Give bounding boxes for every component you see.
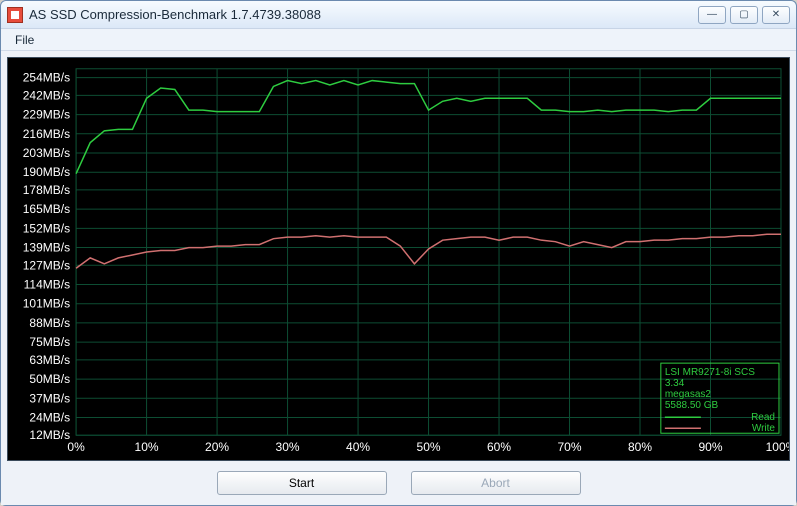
svg-text:242MB/s: 242MB/s — [23, 88, 70, 102]
svg-text:152MB/s: 152MB/s — [23, 221, 70, 235]
chart: 254MB/s 242MB/s 229MB/s 216MB/s 203MB/s 190MB… — [7, 57, 790, 461]
svg-text:0%: 0% — [67, 440, 85, 454]
chart-svg: 254MB/s 242MB/s 229MB/s 216MB/s 203MB/s 190MB… — [8, 58, 789, 460]
svg-text:megasas2: megasas2 — [665, 389, 712, 400]
client-area: 254MB/s 242MB/s 229MB/s 216MB/s 203MB/s 190MB… — [1, 51, 796, 505]
svg-text:3.34: 3.34 — [665, 378, 685, 389]
svg-text:114MB/s: 114MB/s — [24, 278, 70, 292]
svg-text:165MB/s: 165MB/s — [23, 202, 70, 216]
maximize-button[interactable]: ▢ — [730, 6, 758, 24]
menu-file[interactable]: File — [7, 31, 42, 49]
svg-text:60%: 60% — [487, 440, 511, 454]
svg-text:139MB/s: 139MB/s — [23, 241, 70, 255]
svg-text:12MB/s: 12MB/s — [29, 428, 70, 442]
svg-text:254MB/s: 254MB/s — [23, 71, 70, 85]
app-window: AS SSD Compression-Benchmark 1.7.4739.38… — [0, 0, 797, 506]
svg-text:178MB/s: 178MB/s — [23, 183, 70, 197]
close-button[interactable]: ✕ — [762, 6, 790, 24]
svg-text:190MB/s: 190MB/s — [23, 165, 70, 179]
window-title: AS SSD Compression-Benchmark 1.7.4739.38… — [29, 7, 698, 22]
window-controls: — ▢ ✕ — [698, 6, 790, 24]
svg-text:40%: 40% — [346, 440, 370, 454]
svg-text:24MB/s: 24MB/s — [29, 410, 70, 424]
button-row: Start Abort — [7, 461, 790, 499]
svg-text:50MB/s: 50MB/s — [29, 372, 70, 386]
svg-text:63MB/s: 63MB/s — [29, 353, 70, 367]
svg-text:Write: Write — [752, 423, 776, 434]
menubar: File — [1, 29, 796, 51]
svg-text:LSI MR9271-8i SCS: LSI MR9271-8i SCS — [665, 367, 755, 378]
svg-text:229MB/s: 229MB/s — [23, 108, 70, 122]
titlebar: AS SSD Compression-Benchmark 1.7.4739.38… — [1, 1, 796, 29]
svg-text:127MB/s: 127MB/s — [23, 258, 70, 272]
svg-text:70%: 70% — [558, 440, 582, 454]
svg-text:5588.50 GB: 5588.50 GB — [665, 400, 719, 411]
minimize-button[interactable]: — — [698, 6, 726, 24]
svg-text:100%: 100% — [766, 440, 789, 454]
svg-text:88MB/s: 88MB/s — [29, 316, 70, 330]
svg-text:20%: 20% — [205, 440, 229, 454]
svg-text:90%: 90% — [698, 440, 722, 454]
svg-text:75MB/s: 75MB/s — [29, 335, 70, 349]
abort-button[interactable]: Abort — [411, 471, 581, 495]
start-button[interactable]: Start — [217, 471, 387, 495]
svg-text:203MB/s: 203MB/s — [23, 146, 70, 160]
svg-text:50%: 50% — [417, 440, 441, 454]
app-icon — [7, 7, 23, 23]
svg-text:37MB/s: 37MB/s — [29, 391, 70, 405]
svg-text:30%: 30% — [276, 440, 300, 454]
svg-text:80%: 80% — [628, 440, 652, 454]
svg-text:10%: 10% — [135, 440, 159, 454]
svg-text:216MB/s: 216MB/s — [23, 127, 70, 141]
svg-text:Read: Read — [751, 412, 775, 423]
svg-text:101MB/s: 101MB/s — [23, 297, 70, 311]
